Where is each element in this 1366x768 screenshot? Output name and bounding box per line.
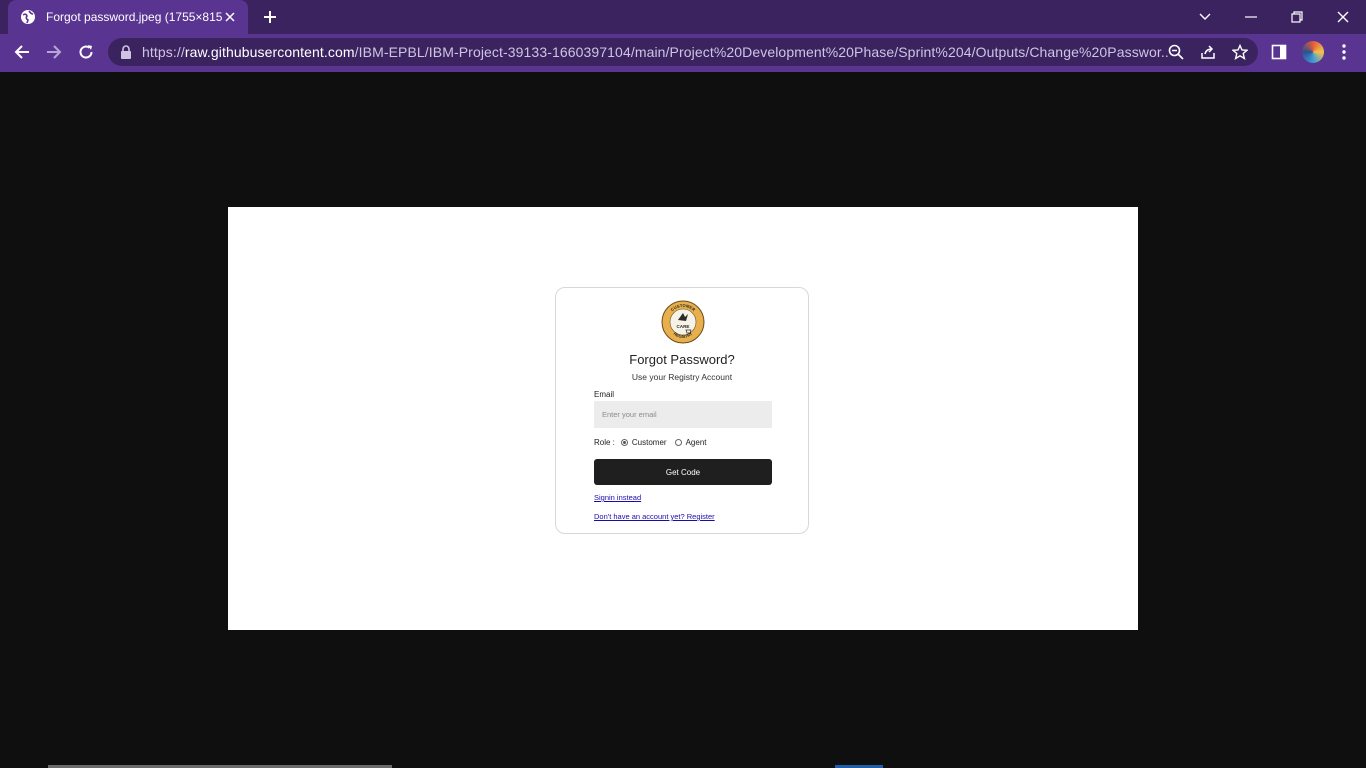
zoom-icon[interactable] [1166,42,1186,62]
restore-icon[interactable] [1274,0,1320,34]
side-panel-icon[interactable] [1269,42,1289,62]
email-field[interactable] [594,401,772,428]
role-radio-agent[interactable] [674,439,682,446]
address-bar[interactable]: https://raw.githubusercontent.com/IBM-EP… [108,38,1258,66]
toolbar-border [0,70,1366,72]
star-icon[interactable] [1230,42,1250,62]
role-selector: Role : Customer Agent [594,438,707,447]
minimize-icon[interactable] [1228,0,1274,34]
profile-avatar[interactable] [1302,41,1324,63]
role-option-customer: Customer [631,438,667,447]
forward-arrow-icon[interactable] [40,38,68,66]
url-text: https://raw.githubusercontent.com/IBM-EP… [142,44,1168,60]
reload-icon[interactable] [72,38,100,66]
get-code-button[interactable]: Get Code [594,459,772,485]
role-label: Role : [594,438,615,447]
tab-strip: Forgot password.jpeg (1755×815) [0,0,1366,34]
lock-icon[interactable] [120,45,134,59]
register-link[interactable]: Don't have an account yet? Register [594,512,715,521]
page-subtitle: Use your Registry Account [631,372,733,382]
chevron-down-icon[interactable] [1182,0,1228,34]
tab-title: Forgot password.jpeg (1755×815) [46,10,222,24]
plus-icon[interactable] [258,6,282,28]
browser-tab[interactable]: Forgot password.jpeg (1755×815) [8,0,248,34]
image-viewer: CUSTOMER REGISTRY CARE Forgot Password? … [228,207,1138,630]
back-arrow-icon[interactable] [8,38,36,66]
close-icon[interactable] [222,9,238,25]
signin-instead-link[interactable]: Signin instead [594,493,641,502]
customer-care-registry-logo: CUSTOMER REGISTRY CARE [661,300,705,344]
svg-text:CARE: CARE [676,324,689,329]
globe-icon [20,9,36,25]
role-radio-customer[interactable] [620,439,628,446]
page-title: Forgot Password? [629,352,735,367]
email-label: Email [594,390,615,399]
close-window-icon[interactable] [1320,0,1366,34]
menu-dots-icon[interactable] [1334,42,1354,62]
forgot-password-card: CUSTOMER REGISTRY CARE Forgot Password? … [555,287,809,534]
role-option-agent: Agent [685,438,707,447]
share-icon[interactable] [1198,42,1218,62]
